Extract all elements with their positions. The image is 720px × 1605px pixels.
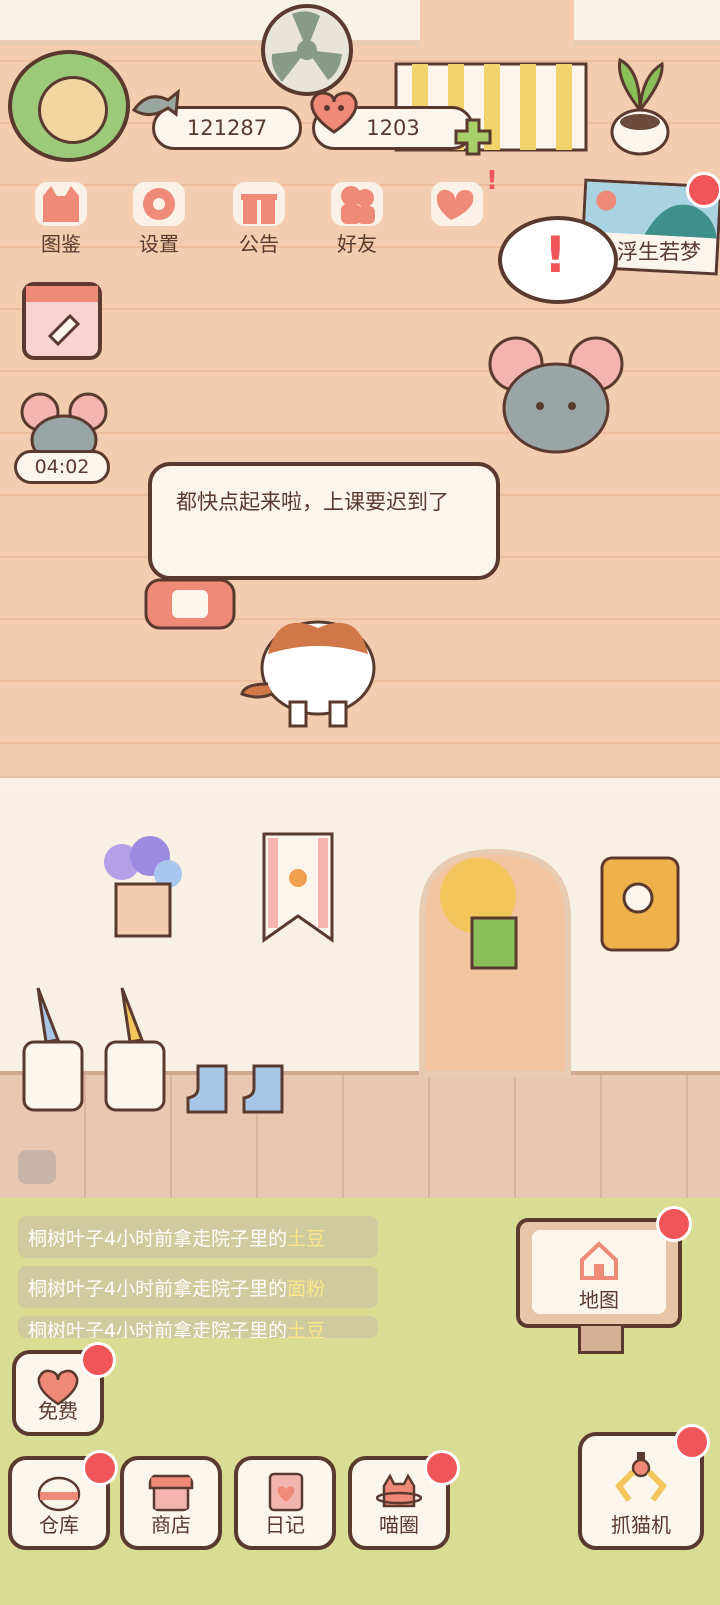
- claw-label: 抓猫机: [611, 1513, 671, 1537]
- heart-mail-icon: [431, 182, 483, 226]
- flower-basket-icon: [104, 836, 182, 938]
- calendar-pencil-icon: [26, 286, 98, 347]
- log-text: 桐树叶子4小时前拿走院子里的: [28, 1277, 288, 1300]
- heart-icon: [310, 91, 358, 134]
- retro-radio-icon: [600, 856, 680, 952]
- umbrella-stands-icon: [22, 987, 166, 1112]
- cat-speech-bubble: 都快点起来啦，上课要迟到了: [148, 462, 500, 580]
- exclamation-icon: !: [486, 166, 498, 196]
- storage-jar-icon: [37, 1476, 81, 1512]
- free-label: 免费: [38, 1399, 78, 1423]
- menu-collection-button[interactable]: 图鉴: [20, 176, 102, 256]
- diary-heart-icon: [268, 1472, 304, 1512]
- log-item-name: 土豆: [287, 1320, 326, 1338]
- bear-face-icon: [38, 76, 108, 144]
- gear-icon: [133, 182, 185, 226]
- arched-doorway-icon[interactable]: [418, 848, 578, 1078]
- player-avatar[interactable]: [8, 50, 130, 162]
- claw-icon: [615, 1452, 667, 1502]
- window-sill-right: [574, 0, 720, 46]
- menu-friends-button[interactable]: 好友: [316, 176, 398, 256]
- add-hearts-plus-icon[interactable]: [452, 116, 494, 158]
- paw-pennant-icon: [262, 832, 334, 943]
- menu-friends-label: 好友: [337, 232, 377, 256]
- notification-dot: [82, 1450, 118, 1486]
- fish-icon: [131, 88, 180, 117]
- event-timer[interactable]: 04:02: [14, 450, 110, 484]
- log-text: 桐树叶子4小时前拿走院子里的: [28, 1227, 288, 1250]
- house-icon: [580, 1241, 618, 1280]
- signpost-leg: [578, 1326, 624, 1354]
- exclamation-icon: !: [544, 226, 567, 284]
- cat-book-icon: [35, 182, 87, 226]
- event-log-item: 桐树叶子4小时前拿走院子里的 面粉: [18, 1266, 378, 1308]
- notification-dot: [656, 1206, 692, 1242]
- menu-announcement-label: 公告: [239, 232, 279, 256]
- notification-dot: [674, 1424, 710, 1460]
- coin-value: 121287: [186, 116, 268, 140]
- map-label: 地图: [579, 1288, 619, 1312]
- cat-circle-label: 喵圈: [379, 1513, 419, 1537]
- notification-dot: [424, 1450, 460, 1486]
- chat-toggle-icon[interactable]: [18, 1150, 56, 1184]
- notification-dot: [80, 1342, 116, 1378]
- calendar-button[interactable]: [22, 282, 102, 360]
- shop-button[interactable]: 商店: [120, 1456, 222, 1550]
- rain-boots-icon: [186, 1064, 284, 1114]
- calico-cat-icon[interactable]: [238, 604, 398, 734]
- menu-settings-label: 设置: [139, 232, 179, 256]
- event-log-item: 桐树叶子4小时前拿走院子里的 土豆: [18, 1316, 378, 1338]
- diary-label: 日记: [265, 1513, 305, 1537]
- speech-text: 都快点起来啦，上课要迟到了: [176, 490, 449, 514]
- mouse-timer-icon: [20, 392, 108, 454]
- grumpy-mouse-icon[interactable]: [488, 334, 624, 456]
- log-item-name: 土豆: [287, 1227, 326, 1250]
- menu-settings-button[interactable]: 设置: [118, 176, 200, 256]
- menu-announcement-button[interactable]: 公告: [218, 176, 300, 256]
- cat-planet-icon: [376, 1473, 422, 1508]
- shop-stall-icon: [148, 1474, 194, 1512]
- telephone-icon[interactable]: [140, 574, 240, 634]
- menu-collection-label: 图鉴: [41, 232, 81, 256]
- diary-button[interactable]: 日记: [234, 1456, 336, 1550]
- event-log-item: 桐树叶子4小时前拿走院子里的 土豆: [18, 1216, 378, 1258]
- potted-plant-icon: [610, 57, 670, 156]
- alert-speech-bubble[interactable]: !: [498, 216, 618, 304]
- gift-icon: [233, 182, 285, 226]
- heart-value: 1203: [366, 116, 420, 140]
- notification-dot: [686, 172, 720, 208]
- friends-icon: [331, 182, 383, 226]
- timer-value: 04:02: [34, 456, 90, 478]
- shop-label: 商店: [151, 1513, 191, 1537]
- log-item-name: 面粉: [287, 1277, 326, 1300]
- map-button[interactable]: 地图: [532, 1230, 666, 1314]
- log-text: 桐树叶子4小时前拿走院子里的: [28, 1320, 288, 1338]
- storage-label: 仓库: [39, 1513, 79, 1537]
